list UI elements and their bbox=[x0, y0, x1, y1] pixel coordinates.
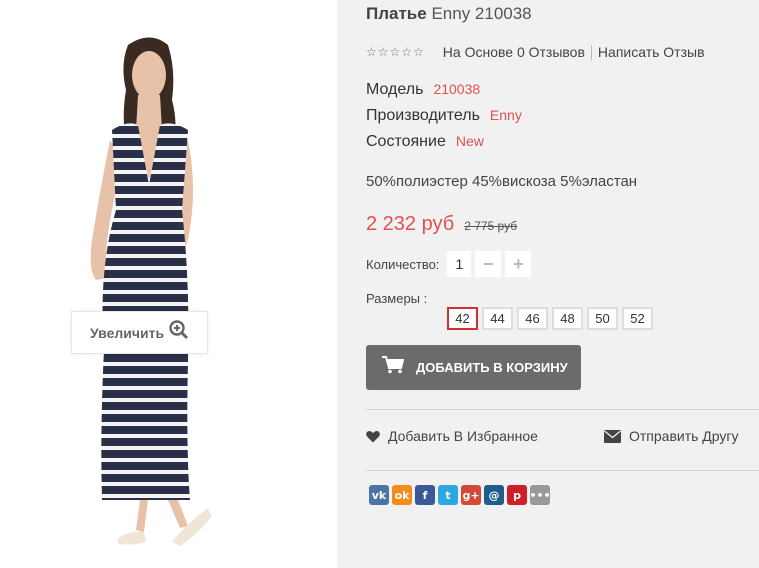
quantity-label: Количество: bbox=[366, 256, 440, 272]
cart-icon bbox=[382, 356, 405, 379]
product-title-type: Платье bbox=[366, 4, 427, 23]
spec-manufacturer-value[interactable]: Enny bbox=[490, 107, 522, 123]
social-share-bar: vk ok f t g+ @ p ••• bbox=[369, 485, 553, 505]
heart-icon bbox=[366, 430, 380, 443]
more-icon[interactable]: ••• bbox=[529, 485, 551, 505]
size-option-44[interactable]: 44 bbox=[482, 307, 513, 330]
odnoklassniki-icon[interactable]: ok bbox=[392, 485, 412, 505]
zoom-in-icon bbox=[169, 320, 189, 345]
send-to-friend-button[interactable]: Отправить Другу bbox=[604, 428, 739, 444]
current-price: 2 232 руб bbox=[366, 213, 455, 235]
product-info-panel: Платье Enny 210038 ☆☆☆☆☆ На Основе 0 Отз… bbox=[337, 0, 759, 568]
sizes-label: Размеры : bbox=[366, 291, 428, 306]
quantity-plus-button[interactable]: + bbox=[505, 251, 532, 277]
quantity-minus-button[interactable]: − bbox=[475, 251, 502, 277]
size-option-46[interactable]: 46 bbox=[517, 307, 548, 330]
size-option-50[interactable]: 50 bbox=[587, 307, 618, 330]
google-plus-icon[interactable]: g+ bbox=[461, 485, 481, 505]
divider bbox=[366, 470, 759, 471]
spec-model: Модель 210038 bbox=[366, 81, 480, 99]
spec-model-value: 210038 bbox=[433, 81, 481, 97]
facebook-icon[interactable]: f bbox=[415, 485, 435, 505]
twitter-icon[interactable]: t bbox=[438, 485, 458, 505]
envelope-icon bbox=[604, 429, 621, 443]
dress-photo bbox=[90, 37, 212, 546]
zoom-button[interactable]: Увеличить bbox=[71, 311, 208, 354]
rating-stars-icon: ☆☆☆☆☆ bbox=[366, 45, 425, 59]
product-title-name: Enny 210038 bbox=[426, 4, 532, 23]
send-to-friend-label: Отправить Другу bbox=[629, 428, 739, 444]
zoom-label: Увеличить bbox=[90, 324, 165, 341]
spec-manufacturer: Производитель Enny bbox=[366, 107, 522, 125]
add-to-cart-label: Добавить в корзину bbox=[416, 360, 568, 375]
reviews-link[interactable]: На Основе 0 Отзывов bbox=[443, 44, 585, 60]
email-icon[interactable]: @ bbox=[484, 485, 504, 505]
quantity-input[interactable]: 1 bbox=[447, 251, 472, 277]
divider bbox=[590, 44, 592, 60]
size-option-48[interactable]: 48 bbox=[552, 307, 583, 330]
spec-condition-label: Состояние bbox=[366, 133, 446, 150]
add-to-wishlist-label: Добавить В Избранное bbox=[388, 428, 538, 444]
price-block: 2 232 руб 2 775 руб bbox=[366, 213, 517, 236]
product-title: Платье Enny 210038 bbox=[366, 4, 532, 24]
size-option-52[interactable]: 52 bbox=[622, 307, 653, 330]
divider bbox=[366, 409, 759, 410]
vk-icon[interactable]: vk bbox=[369, 485, 389, 505]
quantity-stepper: Количество: 1 − + bbox=[366, 251, 532, 277]
pinterest-icon[interactable]: p bbox=[507, 485, 527, 505]
old-price: 2 775 руб bbox=[464, 219, 518, 233]
size-option-42[interactable]: 42 bbox=[447, 307, 478, 330]
spec-manufacturer-label: Производитель bbox=[366, 107, 480, 124]
size-options: 42 44 46 48 50 52 bbox=[447, 307, 657, 330]
add-to-wishlist-button[interactable]: Добавить В Избранное bbox=[366, 428, 538, 444]
spec-condition-value: New bbox=[455, 133, 484, 149]
spec-condition: Состояние New bbox=[366, 133, 484, 151]
add-to-cart-button[interactable]: Добавить в корзину bbox=[366, 345, 581, 390]
spec-model-label: Модель bbox=[366, 81, 424, 98]
product-image[interactable] bbox=[0, 0, 337, 568]
product-composition: 50%полиэстер 45%вискоза 5%эластан bbox=[366, 173, 638, 190]
rating-row: ☆☆☆☆☆ На Основе 0 Отзывов Написать Отзыв bbox=[366, 44, 705, 60]
write-review-link[interactable]: Написать Отзыв bbox=[598, 44, 705, 60]
